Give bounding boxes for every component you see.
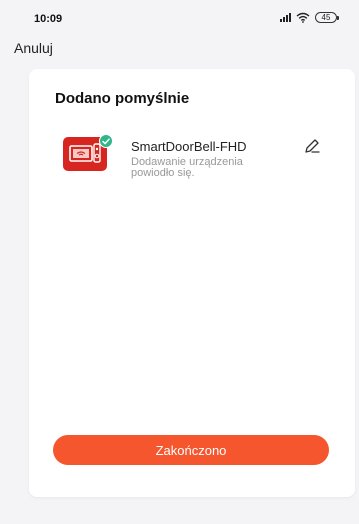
- device-name: SmartDoorBell-FHD: [131, 139, 247, 154]
- check-icon: [99, 134, 113, 148]
- cancel-button[interactable]: Anuluj: [14, 40, 53, 56]
- card-title: Dodano pomyślnie: [55, 90, 190, 107]
- device-status: Dodawanie urządzenia powiodło się.: [131, 156, 243, 179]
- pencil-icon[interactable]: [303, 137, 321, 155]
- status-icons: 45: [280, 11, 339, 23]
- battery-icon: 45: [315, 11, 339, 23]
- signal-icon: [280, 12, 291, 22]
- device-item: SmartDoorBell-FHD Dodawanie urządzenia p…: [63, 134, 333, 197]
- doorbell-device-icon: [63, 134, 113, 171]
- status-time: 10:09: [34, 13, 63, 25]
- status-bar: 10:09 45: [0, 0, 359, 28]
- result-card: Dodano pomyślnie SmartDoorBell-FHD Dodaw…: [29, 69, 355, 497]
- wifi-icon: [296, 12, 310, 23]
- done-button[interactable]: Zakończono: [53, 435, 329, 465]
